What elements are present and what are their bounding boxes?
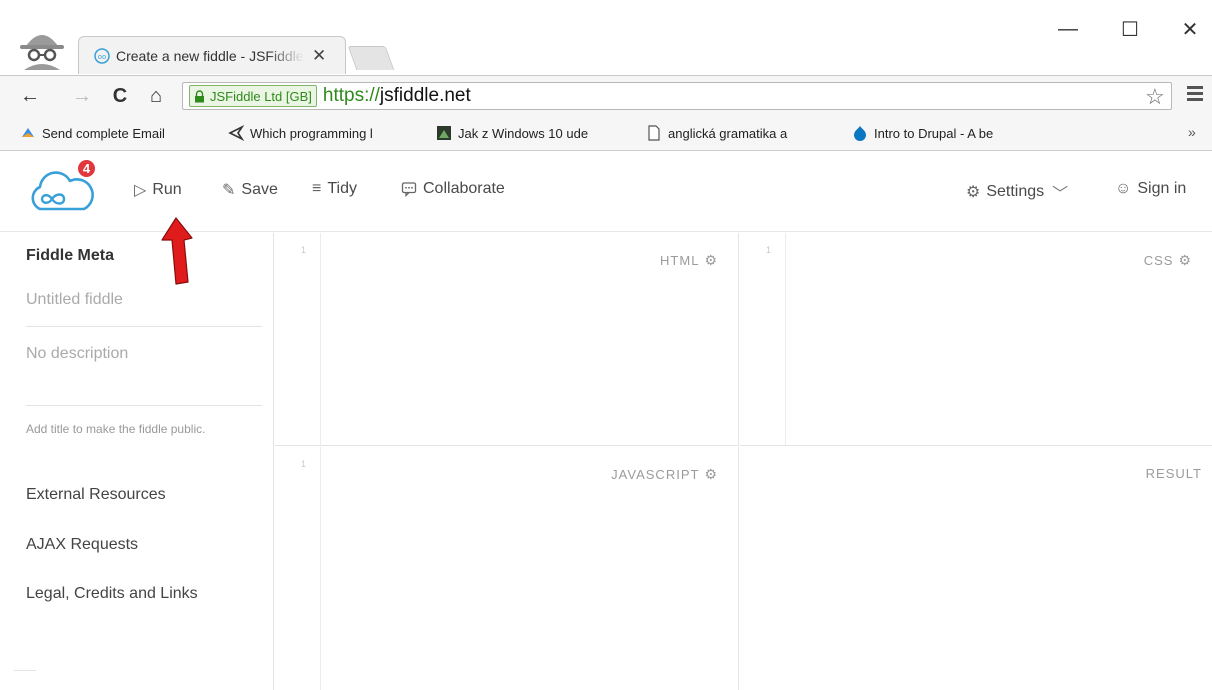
browser-tab-content[interactable]: oo Create a new fiddle - JSFiddle ✕: [90, 40, 340, 72]
bookmark-star-icon[interactable]: ☆: [1145, 84, 1165, 110]
html-pane-label: HTML ⚙: [660, 252, 718, 269]
javascript-settings-gear-icon[interactable]: ⚙: [704, 466, 718, 483]
bookmark-item[interactable]: Intro to Drupal - A be: [846, 122, 1030, 144]
run-button[interactable]: ▷ Run: [134, 180, 182, 200]
tab-title: Create a new fiddle - JSFiddle: [116, 48, 304, 64]
url-text[interactable]: https://jsfiddle.net: [323, 85, 471, 107]
save-button[interactable]: ✎ Save: [222, 180, 278, 200]
css-settings-gear-icon[interactable]: ⚙: [1178, 252, 1192, 269]
lock-icon: [195, 89, 204, 102]
home-icon[interactable]: ⌂: [144, 84, 168, 108]
notification-badge[interactable]: 4: [76, 158, 97, 179]
window-maximize-button[interactable]: ☐: [1115, 14, 1145, 44]
result-pane: RESULT: [740, 447, 1212, 690]
sidebar: Fiddle Meta Untitled fiddle No descripti…: [0, 233, 274, 690]
url-host: jsfiddle.net: [379, 85, 471, 106]
sidebar-item-external-resources[interactable]: External Resources: [26, 486, 166, 504]
back-arrow-icon[interactable]: ←: [18, 84, 42, 108]
jsfiddle-favicon-icon: oo: [94, 48, 110, 64]
divider: [14, 670, 36, 671]
smiley-icon: ☺: [1115, 180, 1132, 197]
browser-titlebar: oo Create a new fiddle - JSFiddle ✕ — ☐ …: [0, 0, 1212, 75]
sidebar-item-legal-credits[interactable]: Legal, Credits and Links: [26, 585, 198, 603]
html-editor[interactable]: 1 HTML ⚙: [275, 233, 739, 446]
pencil-icon: ✎: [222, 182, 236, 199]
page-bookmark-icon: [648, 125, 660, 141]
url-scheme: https://: [322, 85, 380, 106]
ev-certificate-text: JSFiddle Ltd [GB]: [210, 88, 312, 104]
sign-in-button[interactable]: ☺ Sign in: [1115, 180, 1186, 198]
ev-certificate-badge[interactable]: JSFiddle Ltd [GB]: [189, 85, 317, 107]
public-hint-text: Add title to make the fiddle public.: [26, 422, 206, 436]
red-annotation-arrow-icon: [161, 217, 193, 285]
result-pane-label: RESULT: [1145, 466, 1202, 481]
chat-icon: [401, 182, 417, 197]
tab-close-icon[interactable]: ✕: [312, 46, 326, 66]
divider: [26, 326, 262, 327]
tidy-button[interactable]: ≡ Tidy: [312, 180, 357, 198]
css-pane-label: CSS ⚙: [1143, 252, 1192, 269]
window-close-button[interactable]: ✕: [1175, 14, 1205, 44]
drupal-bookmark-icon: [854, 126, 866, 141]
chevron-down-icon: ﹀: [1052, 186, 1069, 203]
bookmark-item[interactable]: anglická gramatika a: [640, 122, 832, 144]
javascript-pane-label: JAVASCRIPT ⚙: [611, 466, 718, 483]
fiddle-meta-heading: Fiddle Meta: [26, 247, 115, 264]
browser-toolbar: ← → C ⌂ JSFiddle Ltd [GB] https://jsfidd…: [0, 75, 1212, 115]
divider: [26, 405, 262, 406]
line-gutter: 1: [740, 233, 786, 445]
svg-text:oo: oo: [98, 53, 107, 61]
css-editor[interactable]: 1 CSS ⚙: [740, 233, 1212, 446]
browser-menu-icon[interactable]: [1187, 84, 1203, 102]
settings-dropdown[interactable]: ⚙ Settings ﹀: [966, 180, 1068, 204]
forward-arrow-icon[interactable]: →: [70, 84, 94, 108]
window-minimize-button[interactable]: —: [1053, 14, 1083, 44]
bookmark-item[interactable]: Jak z Windows 10 ude: [430, 122, 624, 144]
code-bookmark-icon: [228, 125, 244, 141]
fiddle-description-input[interactable]: No description: [26, 345, 128, 363]
javascript-editor[interactable]: 1 JAVASCRIPT ⚙: [275, 447, 739, 690]
bookmark-item[interactable]: Send complete Email: [14, 122, 198, 144]
lines-icon: ≡: [312, 180, 322, 197]
gear-icon: ⚙: [966, 184, 981, 201]
line-gutter: 1: [275, 447, 321, 690]
image-bookmark-icon: [437, 126, 451, 140]
bookmarks-bar: Send complete Email Which programming l …: [0, 115, 1212, 151]
email-bookmark-icon: [22, 128, 34, 137]
bookmark-item[interactable]: Which programming l: [222, 122, 414, 144]
play-icon: ▷: [134, 182, 147, 199]
address-bar[interactable]: JSFiddle Ltd [GB] https://jsfiddle.net: [182, 82, 1172, 110]
new-tab-button[interactable]: [347, 46, 395, 70]
collaborate-button[interactable]: Collaborate: [401, 180, 505, 198]
sidebar-item-ajax-requests[interactable]: AJAX Requests: [26, 536, 138, 554]
reload-icon[interactable]: C: [108, 84, 132, 108]
html-settings-gear-icon[interactable]: ⚙: [704, 252, 718, 269]
fiddle-title-input[interactable]: Untitled fiddle: [26, 291, 123, 309]
bookmarks-overflow-icon[interactable]: »: [1188, 124, 1196, 140]
incognito-icon: [20, 35, 64, 70]
line-gutter: 1: [275, 233, 321, 445]
